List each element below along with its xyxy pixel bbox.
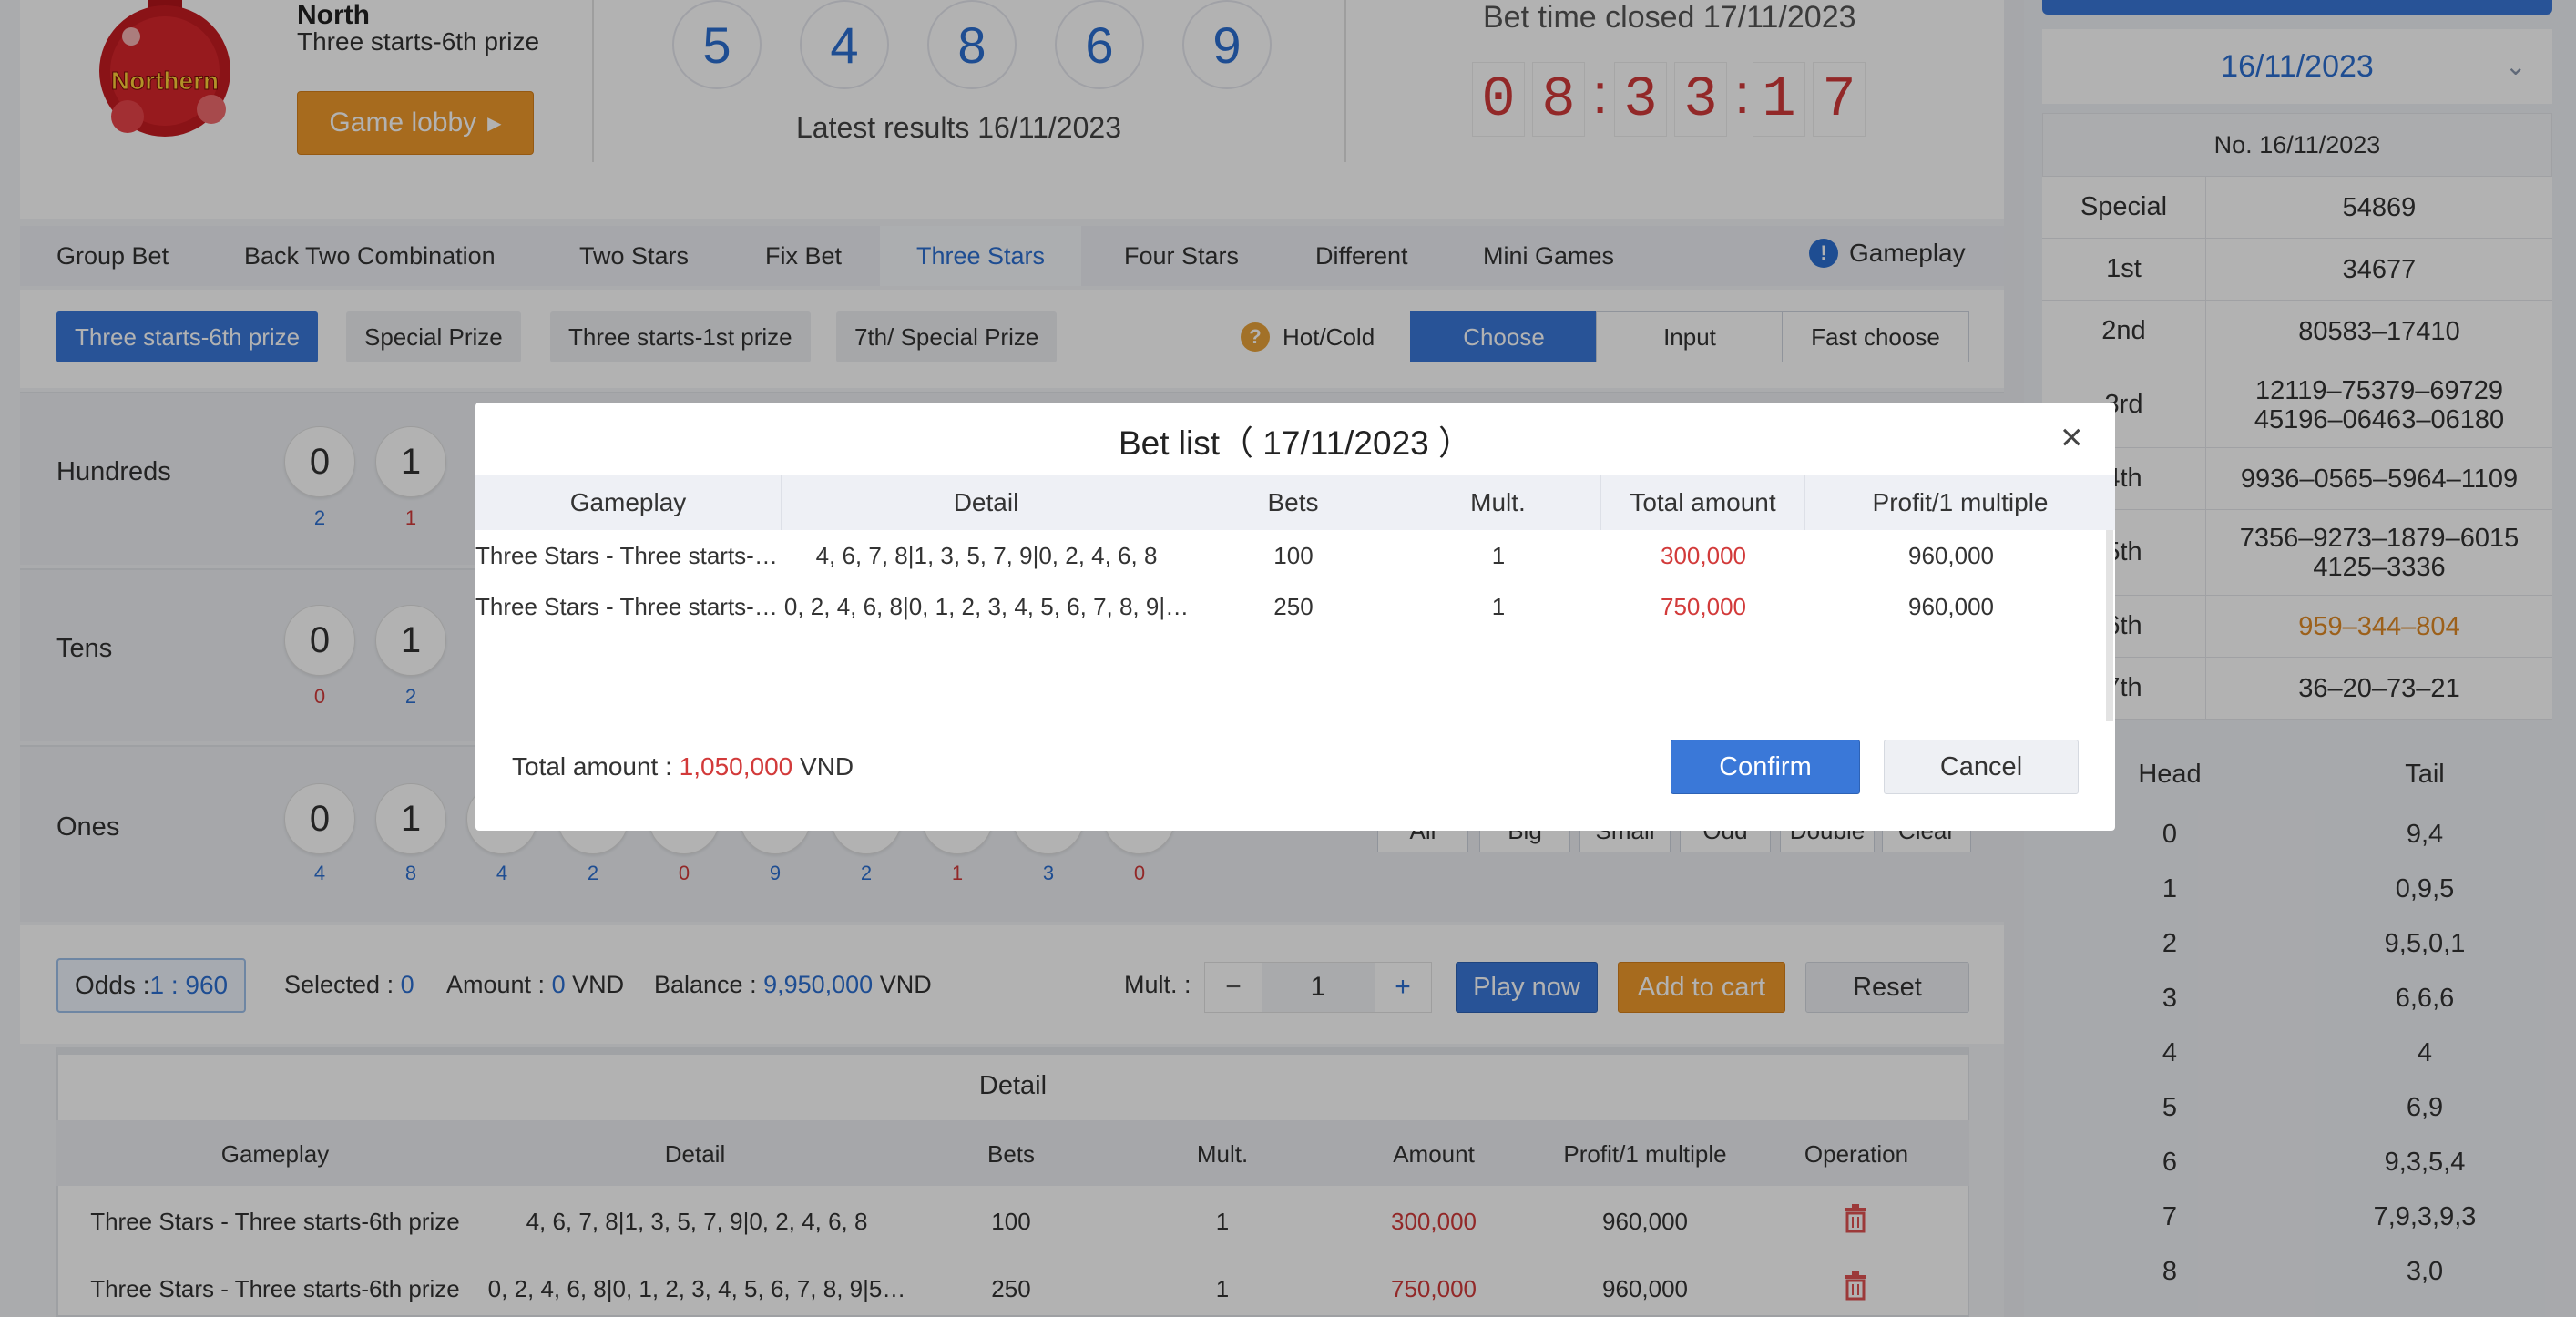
dialog-header: Profit/1 multiple [1872, 488, 2049, 516]
dialog-gameplay: Three Stars - Three starts-… [475, 541, 778, 569]
confirm-button[interactable]: Confirm [1671, 740, 1860, 794]
dialog-total: 300,000 [1661, 541, 1746, 569]
total-value: 1,050,000 [679, 752, 793, 781]
dialog-title: Bet list（ 17/11/2023 ） [1118, 424, 1473, 462]
dialog-row: Three Stars - Three starts-… 0, 2, 4, 6,… [475, 581, 2106, 632]
dialog-gameplay: Three Stars - Three starts-… [475, 592, 778, 620]
bet-list-dialog: Bet list（ 17/11/2023 ） × Gameplay Detail… [475, 403, 2115, 831]
dialog-profit: 960,000 [1908, 541, 1994, 569]
dialog-row: Three Stars - Three starts-… 4, 6, 7, 8|… [475, 530, 2106, 581]
dialog-header: Detail [782, 475, 1191, 530]
dialog-mult: 1 [1491, 592, 1506, 620]
dialog-header: Total amount [1601, 475, 1805, 530]
dialog-header: Bets [1191, 475, 1395, 530]
close-icon[interactable]: × [2060, 418, 2083, 456]
dialog-total: 750,000 [1661, 592, 1746, 620]
dialog-total-amount: Total amount : 1,050,000 VND [512, 752, 854, 781]
dialog-scrollbar[interactable] [2106, 530, 2113, 721]
total-label: Total amount : [512, 752, 680, 781]
total-unit: VND [792, 752, 854, 781]
dialog-mult: 1 [1491, 541, 1506, 569]
dialog-detail: 0, 2, 4, 6, 8|0, 1, 2, 3, 4, 5, 6, 7, 8,… [783, 592, 1190, 620]
dialog-table-header: Gameplay Detail Bets Mult. Total amount … [475, 475, 2115, 530]
dialog-bets: 100 [1273, 541, 1314, 569]
dialog-header: Gameplay [475, 475, 782, 530]
dialog-profit: 960,000 [1908, 592, 1994, 620]
dialog-header: Mult. [1395, 475, 1601, 530]
cancel-button[interactable]: Cancel [1884, 740, 2079, 794]
dialog-detail: 4, 6, 7, 8|1, 3, 5, 7, 9|0, 2, 4, 6, 8 [815, 541, 1158, 569]
dialog-bets: 250 [1273, 592, 1314, 620]
